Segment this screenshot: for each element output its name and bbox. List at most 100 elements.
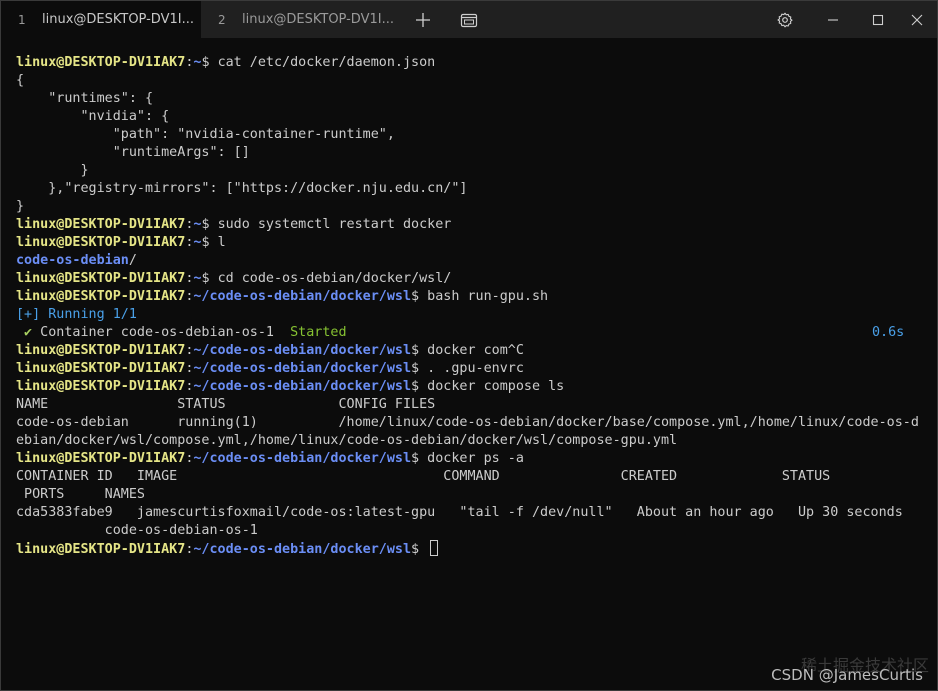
- prompt-user-host: linux@DESKTOP-DV1IAK7: [16, 217, 186, 232]
- prompt-line: linux@DESKTOP-DV1IAK7:~/code-os-debian/d…: [16, 450, 926, 468]
- output-text: "path": "nvidia-container-runtime",: [16, 127, 395, 142]
- command-text: docker ps -a: [427, 451, 524, 466]
- command-text: cat /etc/docker/daemon.json: [217, 55, 436, 70]
- prompt-dollar: $: [411, 343, 428, 358]
- output-text: NAME STATUS CONFIG FILES: [16, 397, 436, 412]
- terminal-window: 1 linux@DESKTOP-DV1I... 2 linux@DESKTOP-…: [0, 0, 938, 691]
- output-text: ebian/docker/wsl/compose.yml,/home/linux…: [16, 433, 678, 448]
- tab-2[interactable]: 2 linux@DESKTOP-DV1I...: [201, 1, 401, 38]
- terminal-line: code-os-debian-os-1: [16, 522, 926, 540]
- output-text: "runtimes": {: [16, 91, 154, 106]
- tab-switcher-icon[interactable]: [449, 1, 489, 38]
- minimize-icon[interactable]: [813, 1, 853, 38]
- terminal-line: "path": "nvidia-container-runtime",: [16, 126, 926, 144]
- prompt-user-host: linux@DESKTOP-DV1IAK7: [16, 289, 186, 304]
- directory-name: code-os-debian: [16, 253, 129, 268]
- terminal-line: }: [16, 198, 926, 216]
- terminal-output[interactable]: linux@DESKTOP-DV1IAK7:~$ cat /etc/docker…: [16, 54, 926, 558]
- output-text: code-os-debian running(1) /home/linux/co…: [16, 415, 919, 430]
- output-text: "runtimeArgs": []: [16, 145, 250, 160]
- prompt-user-host: linux@DESKTOP-DV1IAK7: [16, 271, 186, 286]
- maximize-icon[interactable]: [858, 1, 898, 38]
- directory-suffix: /: [128, 253, 137, 268]
- prompt-dollar: $: [201, 55, 218, 70]
- prompt-path: ~/code-os-debian/docker/wsl: [193, 361, 412, 376]
- output-text: }: [16, 199, 25, 214]
- terminal-line: }: [16, 162, 926, 180]
- prompt-line: linux@DESKTOP-DV1IAK7:~/code-os-debian/d…: [16, 378, 926, 396]
- tab-number: 2: [218, 12, 226, 27]
- terminal-line: NAME STATUS CONFIG FILES: [16, 396, 926, 414]
- terminal-line: },"registry-mirrors": ["https://docker.n…: [16, 180, 926, 198]
- prompt-line: linux@DESKTOP-DV1IAK7:~$ l: [16, 234, 926, 252]
- prompt-line: linux@DESKTOP-DV1IAK7:~$ sudo systemctl …: [16, 216, 926, 234]
- tab-title: linux@DESKTOP-DV1I...: [42, 12, 194, 27]
- prompt-user-host: linux@DESKTOP-DV1IAK7: [16, 379, 186, 394]
- prompt-dollar: $: [411, 542, 428, 557]
- command-text: . .gpu-envrc: [427, 361, 524, 376]
- prompt-line: linux@DESKTOP-DV1IAK7:~$ cat /etc/docker…: [16, 54, 926, 72]
- container-name: Container code-os-debian-os-1: [32, 325, 291, 340]
- check-icon: ✔: [16, 325, 33, 340]
- prompt-path: ~/code-os-debian/docker/wsl: [193, 542, 412, 557]
- prompt-user-host: linux@DESKTOP-DV1IAK7: [16, 55, 186, 70]
- prompt-dollar: $: [411, 361, 428, 376]
- gear-icon[interactable]: [765, 1, 805, 38]
- prompt-line: linux@DESKTOP-DV1IAK7:~$ cd code-os-debi…: [16, 270, 926, 288]
- output-text: code-os-debian-os-1: [16, 523, 258, 538]
- output-text: PORTS NAMES: [16, 487, 145, 502]
- output-text: },"registry-mirrors": ["https://docker.n…: [16, 181, 468, 196]
- started-status: Started: [290, 325, 347, 340]
- output-text: {: [16, 73, 25, 88]
- prompt-line: linux@DESKTOP-DV1IAK7:~/code-os-debian/d…: [16, 360, 926, 378]
- watermark: CSDN @JamesCurtis: [771, 666, 923, 684]
- command-text: bash run-gpu.sh: [427, 289, 549, 304]
- output-text: }: [16, 163, 89, 178]
- prompt-dollar: $: [411, 289, 428, 304]
- terminal-line: {: [16, 72, 926, 90]
- terminal-line: "runtimeArgs": []: [16, 144, 926, 162]
- prompt-dollar: $: [201, 217, 218, 232]
- prompt-user-host: linux@DESKTOP-DV1IAK7: [16, 343, 186, 358]
- prompt-line: linux@DESKTOP-DV1IAK7:~/code-os-debian/d…: [16, 540, 926, 558]
- terminal-line: "nvidia": {: [16, 108, 926, 126]
- new-tab-icon[interactable]: [403, 1, 443, 38]
- prompt-user-host: linux@DESKTOP-DV1IAK7: [16, 361, 186, 376]
- prompt-path: ~/code-os-debian/docker/wsl: [193, 343, 412, 358]
- output-text: cda5383fabe9 jamescurtisfoxmail/code-os:…: [16, 505, 903, 520]
- output-text: "nvidia": {: [16, 109, 170, 124]
- elapsed-time: 0.6s: [872, 325, 905, 340]
- prompt-line: linux@DESKTOP-DV1IAK7:~/code-os-debian/d…: [16, 288, 926, 306]
- command-text: cd code-os-debian/docker/wsl/: [217, 271, 452, 286]
- terminal-line: [+] Running 1/1: [16, 306, 926, 324]
- prompt-user-host: linux@DESKTOP-DV1IAK7: [16, 542, 186, 557]
- command-text: l: [217, 235, 226, 250]
- output-text: CONTAINER ID IMAGE COMMAND CREATED STATU…: [16, 469, 831, 484]
- tab-1[interactable]: 1 linux@DESKTOP-DV1I...: [1, 1, 201, 38]
- prompt-line: linux@DESKTOP-DV1IAK7:~/code-os-debian/d…: [16, 342, 926, 360]
- terminal-line: PORTS NAMES: [16, 486, 926, 504]
- prompt-dollar: $: [411, 451, 428, 466]
- terminal-line: code-os-debian/: [16, 252, 926, 270]
- prompt-user-host: linux@DESKTOP-DV1IAK7: [16, 235, 186, 250]
- terminal-line: "runtimes": {: [16, 90, 926, 108]
- prompt-dollar: $: [411, 379, 428, 394]
- terminal-line: ebian/docker/wsl/compose.yml,/home/linux…: [16, 432, 926, 450]
- command-text: docker com^C: [427, 343, 524, 358]
- tab-title: linux@DESKTOP-DV1I...: [242, 12, 394, 27]
- command-text: sudo systemctl restart docker: [217, 217, 452, 232]
- command-text: docker compose ls: [427, 379, 565, 394]
- close-icon[interactable]: [897, 1, 937, 38]
- prompt-dollar: $: [201, 271, 218, 286]
- prompt-dollar: $: [201, 235, 218, 250]
- prompt-path: ~/code-os-debian/docker/wsl: [193, 289, 412, 304]
- prompt-user-host: linux@DESKTOP-DV1IAK7: [16, 451, 186, 466]
- title-bar: 1 linux@DESKTOP-DV1I... 2 linux@DESKTOP-…: [1, 1, 937, 38]
- prompt-path: ~/code-os-debian/docker/wsl: [193, 379, 412, 394]
- tab-number: 1: [18, 12, 26, 27]
- terminal-line: ✔ Container code-os-debian-os-1 Started 0…: [16, 324, 926, 342]
- terminal-line: code-os-debian running(1) /home/linux/co…: [16, 414, 926, 432]
- prompt-path: ~/code-os-debian/docker/wsl: [193, 451, 412, 466]
- cursor: [430, 540, 439, 556]
- terminal-line: cda5383fabe9 jamescurtisfoxmail/code-os:…: [16, 504, 926, 522]
